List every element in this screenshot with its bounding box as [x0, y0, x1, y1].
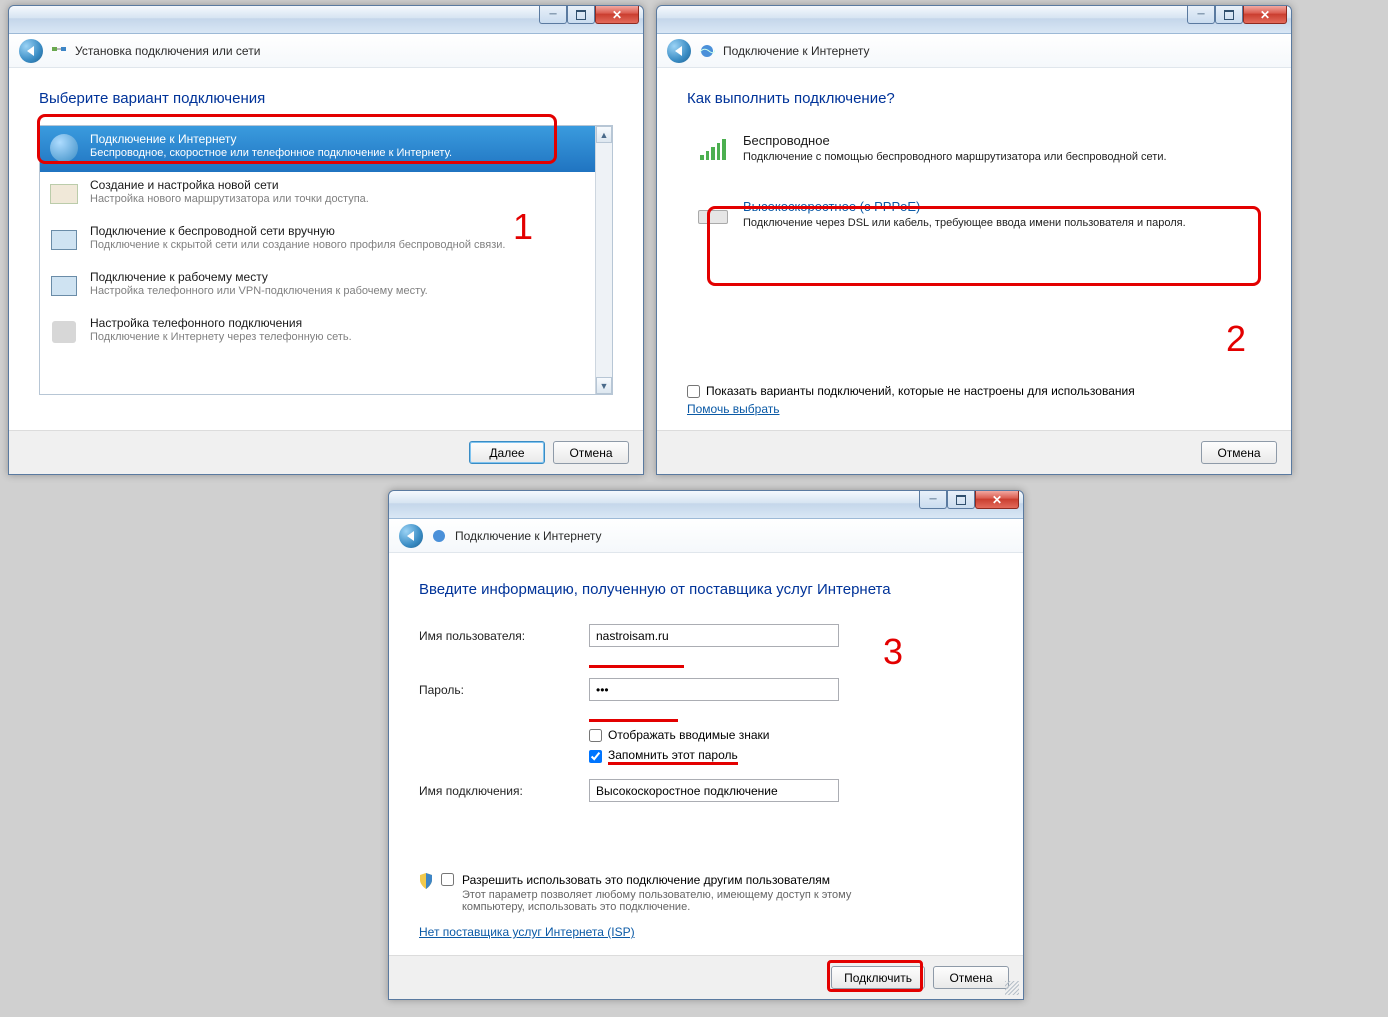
allow-others-desc: Этот параметр позволяет любому пользоват…: [462, 889, 882, 913]
show-all-options-label: Показать варианты подключений, которые н…: [706, 384, 1135, 398]
cancel-button[interactable]: Отмена: [553, 441, 629, 464]
no-isp-link[interactable]: Нет поставщика услуг Интернета (ISP): [419, 925, 635, 939]
allow-others-checkbox[interactable]: [441, 873, 454, 886]
help-choose-link[interactable]: Помочь выбрать: [687, 402, 1261, 416]
minimize-button[interactable]: ─: [539, 6, 567, 24]
scrollbar[interactable]: ▲ ▼: [595, 126, 612, 394]
dialog-title: Установка подключения или сети: [75, 44, 260, 58]
wizard-credentials: ─ ✕ Подключение к Интернету Введите инфо…: [388, 490, 1024, 1000]
allow-others-label: Разрешить использовать это подключение д…: [462, 873, 882, 887]
monitor-icon: [51, 230, 77, 250]
close-button[interactable]: ✕: [595, 6, 639, 24]
underline-annotation: [589, 647, 684, 668]
minimize-button[interactable]: ─: [1187, 6, 1215, 24]
router-icon: [50, 184, 78, 204]
back-button[interactable]: [399, 524, 423, 548]
page-heading: Как выполнить подключение?: [687, 90, 1261, 107]
dialog-header: Подключение к Интернету: [657, 34, 1291, 68]
close-button[interactable]: ✕: [975, 491, 1019, 509]
maximize-button[interactable]: [567, 6, 595, 24]
show-chars-label: Отображать вводимые знаки: [608, 728, 769, 742]
next-button[interactable]: Далее: [469, 441, 545, 464]
option-internet[interactable]: Подключение к Интернету Беспроводное, ск…: [40, 126, 612, 172]
scroll-up-icon[interactable]: ▲: [596, 126, 612, 143]
option-wireless[interactable]: Беспроводное Подключение с помощью беспр…: [687, 125, 1261, 177]
globe-icon: [50, 134, 78, 162]
connection-name-label: Имя подключения:: [419, 784, 589, 798]
network-globe-icon: [699, 43, 715, 59]
shield-icon: [419, 873, 433, 889]
close-button[interactable]: ✕: [1243, 6, 1287, 24]
page-heading: Введите информацию, полученную от постав…: [419, 581, 993, 598]
wizard-connection-type: ─ ✕ Подключение к Интернету Как выполнит…: [656, 5, 1292, 475]
connect-button[interactable]: Подключить: [831, 966, 925, 989]
titlebar[interactable]: ─ ✕: [389, 491, 1023, 519]
phone-icon: [52, 321, 76, 343]
dialog-title: Подключение к Интернету: [455, 529, 602, 543]
dialog-header: Установка подключения или сети: [9, 34, 643, 68]
username-label: Имя пользователя:: [419, 629, 589, 643]
option-workplace[interactable]: Подключение к рабочему месту Настройка т…: [40, 264, 612, 310]
underline-annotation: [589, 701, 678, 722]
back-button[interactable]: [19, 39, 43, 63]
show-all-options-checkbox[interactable]: [687, 385, 700, 398]
maximize-button[interactable]: [1215, 6, 1243, 24]
maximize-button[interactable]: [947, 491, 975, 509]
titlebar[interactable]: ─ ✕: [657, 6, 1291, 34]
dialog-header: Подключение к Интернету: [389, 519, 1023, 553]
titlebar[interactable]: ─ ✕: [9, 6, 643, 34]
username-input[interactable]: [589, 624, 839, 647]
connection-options-list: Подключение к Интернету Беспроводное, ск…: [39, 125, 613, 395]
resize-grip-icon[interactable]: [1005, 981, 1019, 995]
back-button[interactable]: [667, 39, 691, 63]
remember-password-checkbox[interactable]: [589, 750, 602, 763]
network-globe-icon: [431, 528, 447, 544]
option-dialup[interactable]: Настройка телефонного подключения Подклю…: [40, 310, 612, 356]
scroll-down-icon[interactable]: ▼: [596, 377, 612, 394]
page-heading: Выберите вариант подключения: [39, 90, 613, 107]
remember-password-label: Запомнить этот пароль: [608, 748, 738, 765]
wifi-bars-icon: [700, 142, 726, 160]
wizard-select-connection: ─ ✕ Установка подключения или сети Выбер…: [8, 5, 644, 475]
password-label: Пароль:: [419, 683, 589, 697]
password-input[interactable]: [589, 678, 839, 701]
option-pppoe[interactable]: Высокоскоростное (с PPPoE) Подключение ч…: [687, 191, 1261, 243]
network-icon: [51, 43, 67, 59]
dialog-title: Подключение к Интернету: [723, 44, 870, 58]
cancel-button[interactable]: Отмена: [933, 966, 1009, 989]
show-chars-checkbox[interactable]: [589, 729, 602, 742]
option-new-network[interactable]: Создание и настройка новой сети Настройк…: [40, 172, 612, 218]
building-icon: [51, 276, 77, 296]
minimize-button[interactable]: ─: [919, 491, 947, 509]
connection-name-input[interactable]: [589, 779, 839, 802]
option-manual-wireless[interactable]: Подключение к беспроводной сети вручную …: [40, 218, 612, 264]
modem-icon: [698, 210, 728, 224]
cancel-button[interactable]: Отмена: [1201, 441, 1277, 464]
